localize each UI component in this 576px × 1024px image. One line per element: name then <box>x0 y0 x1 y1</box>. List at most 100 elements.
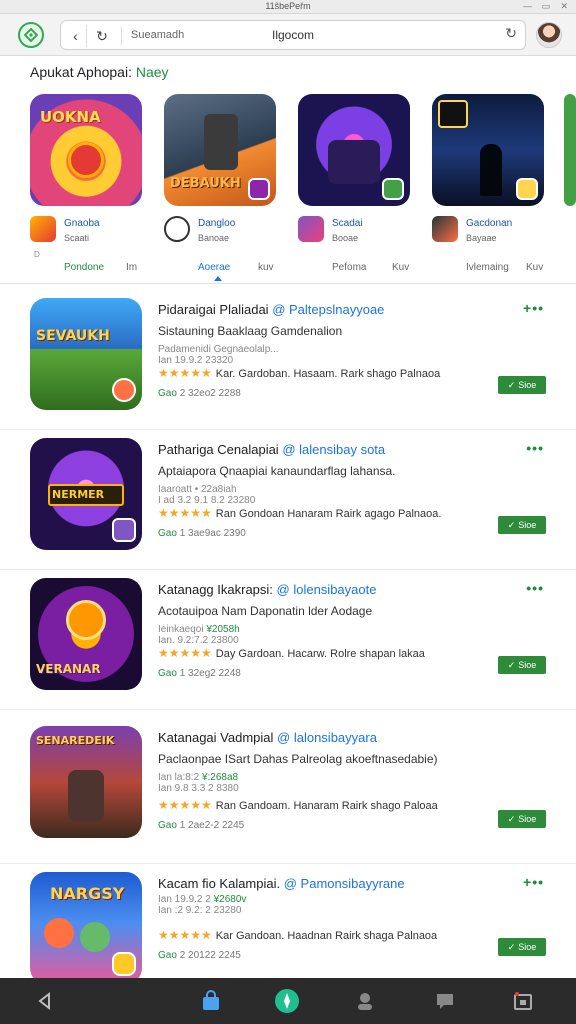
featured-name[interactable]: Scadai <box>332 218 363 229</box>
stats-value: 1 3ae9ac 2390 <box>179 528 246 539</box>
check-icon: ✓ <box>507 379 516 390</box>
list-item[interactable]: SENAREDEIK Katanagai Vadmpial @ lalonsib… <box>0 718 576 864</box>
app-title[interactable]: Katanagg Ikakrapsi: @ lolensibayaote <box>158 582 376 597</box>
featured-art-text: UOKNA <box>40 108 101 126</box>
rating-stars: ★★★★★ Ran Gondoan Hanaram Rairk agago Pal… <box>158 506 441 520</box>
app-icon[interactable]: NARGSY <box>30 872 142 984</box>
tab-pefoma[interactable]: Pefoma <box>332 262 366 273</box>
filter-tabs: Pondone Im Aoerae kuv Pefoma Kuv Ivlemai… <box>0 258 576 284</box>
featured-art[interactable]: DEBAUKH <box>164 94 276 206</box>
user-avatar[interactable] <box>536 22 562 48</box>
star-icons: ★★★★★ <box>158 506 212 520</box>
more-options-icon[interactable]: ••• <box>526 580 544 596</box>
app-icon[interactable]: SENAREDEIK <box>30 726 142 838</box>
app-art-text: SENAREDEIK <box>36 734 115 747</box>
browser-toolbar: ‹ ↻ Sueamadh Ilgocom ↻ <box>0 14 576 56</box>
app-name[interactable]: Katanagg Ikakrapsi: <box>158 582 273 597</box>
check-icon: ✓ <box>507 519 516 530</box>
featured-card[interactable]: UOKNA Gnaoba Scaati D <box>30 94 142 259</box>
tab-indicator <box>214 276 222 281</box>
tab-kuv[interactable]: kuv <box>258 262 274 273</box>
stats-label: Gao <box>158 950 177 961</box>
person-icon[interactable] <box>352 988 378 1014</box>
close-icon[interactable]: ✕ <box>560 1 568 12</box>
featured-name[interactable]: Gnaoba <box>64 218 100 229</box>
more-options-icon[interactable]: +•• <box>523 300 544 316</box>
meta-text-2: Ian :2 9.2: 2 23280 <box>158 905 242 916</box>
minimize-icon[interactable]: — <box>523 1 532 11</box>
list-item[interactable]: NARGSY Kacam fio Kalampiai. @ Pamonsibay… <box>0 864 576 984</box>
featured-card[interactable]: Gacdonan Bayaae <box>432 94 544 243</box>
app-badge-icon <box>112 518 136 542</box>
featured-art[interactable] <box>298 94 410 206</box>
list-item[interactable]: NERMER Pathariga Cenalapiai @ lalensibay… <box>0 430 576 570</box>
install-button[interactable]: ✓ Sioe <box>498 656 546 674</box>
chat-bubble-icon[interactable] <box>432 988 458 1014</box>
character-icon <box>44 918 74 948</box>
install-button[interactable]: ✓ Sioe <box>498 516 546 534</box>
tab-aoerae[interactable]: Aoerae <box>198 262 230 273</box>
developer-link[interactable]: @ Paltepslnayyoae <box>272 302 384 317</box>
app-title[interactable]: Pathariga Cenalapiai @ lalensibay sota <box>158 442 385 457</box>
featured-art[interactable]: UOKNA <box>30 94 142 206</box>
list-item[interactable]: SEVAUKH Pidaraigai Plaliadai @ Paltepsln… <box>0 290 576 430</box>
app-title[interactable]: Katanagai Vadmpial @ lalonsibayyara <box>158 730 377 745</box>
app-description: Sistauning Baaklaag Gamdenalion <box>158 324 343 338</box>
play-badge-icon <box>248 178 270 200</box>
developer-link[interactable]: @ Pamonsibayyrane <box>284 876 405 891</box>
character-icon <box>68 142 104 178</box>
compass-icon[interactable] <box>274 988 300 1014</box>
developer-link[interactable]: @ lalensibay sota <box>282 442 385 457</box>
back-triangle-icon[interactable] <box>32 988 58 1014</box>
tab-ivlemaing[interactable]: Ivlemaing <box>466 262 509 273</box>
more-options-icon[interactable]: +•• <box>523 874 544 890</box>
featured-card-partial[interactable] <box>564 94 576 206</box>
tab-im[interactable]: Im <box>126 262 137 273</box>
mini-game-icon <box>30 216 56 242</box>
app-badge-icon <box>112 378 136 402</box>
app-art-text: NERMER <box>52 488 105 501</box>
featured-name[interactable]: Gacdonan <box>466 218 512 229</box>
app-title[interactable]: Kacam fio Kalampiai. @ Pamonsibayyrane <box>158 876 405 891</box>
star-icons: ★★★★★ <box>158 646 212 660</box>
meta-price: ¥2680v <box>213 894 247 905</box>
app-title[interactable]: Pidaraigai Plaliadai @ Paltepslnayyoae <box>158 302 384 317</box>
app-icon[interactable]: SEVAUKH <box>30 298 142 410</box>
tab-kuv-2[interactable]: Kuv <box>392 262 409 273</box>
maximize-icon[interactable]: ▭ <box>541 1 550 12</box>
app-name[interactable]: Katanagai Vadmpial <box>158 730 273 745</box>
robot-icon <box>204 114 238 170</box>
address-bar[interactable]: ‹ ↻ Sueamadh Ilgocom ↻ <box>60 20 526 50</box>
app-name[interactable]: Pathariga Cenalapiai <box>158 442 279 457</box>
install-button[interactable]: ✓ Sioe <box>498 810 546 828</box>
app-name[interactable]: Kacam fio Kalampiai. <box>158 876 280 891</box>
calendar-icon[interactable] <box>510 988 536 1014</box>
app-icon[interactable]: VERANAR <box>30 578 142 690</box>
section-title-accent[interactable]: Naey <box>136 64 169 80</box>
featured-art[interactable] <box>432 94 544 206</box>
star-icons: ★★★★★ <box>158 928 212 942</box>
more-options-icon[interactable]: ••• <box>526 440 544 456</box>
list-item[interactable]: VERANAR Katanagg Ikakrapsi: @ lolensibay… <box>0 570 576 710</box>
store-bag-icon[interactable] <box>198 988 224 1014</box>
star-icons: ★★★★★ <box>158 366 212 380</box>
character-icon <box>80 922 110 952</box>
featured-card[interactable]: Scadai Booae <box>298 94 410 243</box>
app-name[interactable]: Pidaraigai Plaliadai <box>158 302 269 317</box>
tab-kuv-3[interactable]: Kuv <box>526 262 543 273</box>
meta-text: Ian la:8:2 <box>158 772 200 783</box>
featured-name[interactable]: Dangloo <box>198 218 235 229</box>
reload-icon[interactable]: ↻ <box>505 25 517 42</box>
app-icon[interactable]: NERMER <box>30 438 142 550</box>
url-host[interactable]: Ilgocom <box>61 28 525 42</box>
install-label: Sioe <box>518 520 537 530</box>
install-button[interactable]: ✓ Sioe <box>498 938 546 956</box>
featured-card[interactable]: DEBAUKH Dangloo Banoae <box>164 94 276 243</box>
install-button[interactable]: ✓ Sioe <box>498 376 546 394</box>
developer-link[interactable]: @ lalonsibayyara <box>277 730 377 745</box>
app-logo-icon[interactable] <box>18 22 44 48</box>
developer-link[interactable]: @ lolensibayaote <box>277 582 377 597</box>
tab-pondone[interactable]: Pondone <box>64 262 104 273</box>
character-icon <box>66 600 106 640</box>
app-stats: Gao 1 3ae9ac 2390 <box>158 528 246 539</box>
